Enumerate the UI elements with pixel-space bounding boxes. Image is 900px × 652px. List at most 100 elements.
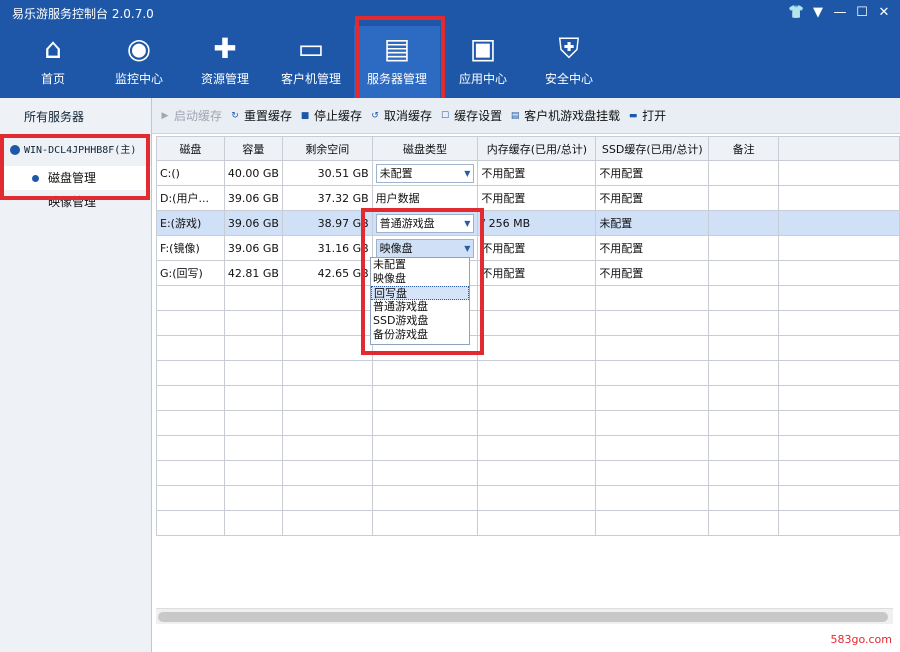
table-cell: 不用配置 xyxy=(477,260,597,286)
toolbar-button-0[interactable]: ▶ 启动缓存 xyxy=(160,107,222,124)
window-controls: 👕 ▼ — ☐ ✕ xyxy=(788,5,892,21)
mount-icon: ▤ xyxy=(510,110,520,121)
table-cell xyxy=(281,385,373,411)
table-cell xyxy=(371,360,479,386)
table-cell xyxy=(708,385,779,411)
table-cell xyxy=(595,360,710,386)
table-cell xyxy=(223,285,283,311)
toolbar-button-3[interactable]: ↺ 取消缓存 xyxy=(370,107,432,124)
table-cell xyxy=(477,410,597,436)
table-cell xyxy=(223,360,283,386)
table-header-row: 磁盘 容量 剩余空间 磁盘类型 内存缓存(已用/总计) SSD缓存(已用/总计) 备注 xyxy=(156,136,900,161)
table-cell xyxy=(281,435,373,461)
table-cell xyxy=(595,310,710,336)
table-row[interactable] xyxy=(156,460,900,486)
column-header[interactable]: 容量 xyxy=(223,136,283,161)
nav-item-1[interactable]: ◉ 监控中心 xyxy=(96,26,182,98)
toolbar-button-5[interactable]: ▤ 客户机游戏盘挂载 xyxy=(510,107,620,124)
table-cell xyxy=(281,285,373,311)
table-row[interactable] xyxy=(156,310,900,336)
table-row[interactable] xyxy=(156,510,900,536)
toolbar-button-4[interactable]: ☐ 缓存设置 xyxy=(440,107,502,124)
table-cell: E:(游戏) xyxy=(156,210,225,236)
table-row[interactable] xyxy=(156,360,900,386)
table-cell xyxy=(371,485,479,511)
table-cell xyxy=(156,335,225,361)
column-header[interactable]: SSD缓存(已用/总计) xyxy=(595,136,710,161)
table-row[interactable]: C:() 40.00 GB 30.51 GB 未配置 ▼ 不用配置 不用配置 xyxy=(156,160,900,186)
table-cell xyxy=(777,260,900,286)
close-icon[interactable]: ✕ xyxy=(876,5,892,21)
shield-icon: ⛨ xyxy=(558,32,580,65)
table-cell xyxy=(477,510,597,536)
table-cell: 42.65 GB xyxy=(281,260,373,286)
table-cell xyxy=(777,510,900,536)
table-row[interactable]: D:(用户... 39.06 GB 37.32 GB 用户数据 不用配置 不用配置 xyxy=(156,185,900,211)
maximize-icon[interactable]: ☐ xyxy=(854,5,870,21)
nav-item-4[interactable]: ▤ 服务器管理 xyxy=(354,26,440,98)
app-title: 易乐游服务控制台 2.0.7.0 xyxy=(12,7,154,21)
column-header[interactable]: 磁盘类型 xyxy=(371,136,479,161)
table-cell xyxy=(595,410,710,436)
table-cell: D:(用户... xyxy=(156,185,225,211)
table-cell xyxy=(281,510,373,536)
dropdown-icon[interactable]: ▼ xyxy=(810,5,826,21)
table-row[interactable]: E:(游戏) 39.06 GB 38.97 GB 普通游戏盘 ▼/ 256 MB 未配置 xyxy=(156,210,900,236)
nav-item-3[interactable]: ▭ 客户机管理 xyxy=(268,26,354,98)
column-header[interactable]: 磁盘 xyxy=(156,136,225,161)
table-row[interactable] xyxy=(156,485,900,511)
table-row[interactable] xyxy=(156,385,900,411)
top-nav: ⌂ 首页 ◉ 监控中心 ✚ 资源管理 ▭ 客户机管理 ▤ 服务器管理 ▣ 应用中心 ⛨ 安全中心 xyxy=(0,26,900,98)
table-cell xyxy=(777,410,900,436)
nav-item-2[interactable]: ✚ 资源管理 xyxy=(182,26,268,98)
table-cell xyxy=(777,360,900,386)
table-cell xyxy=(281,460,373,486)
table-row[interactable] xyxy=(156,410,900,436)
table-cell xyxy=(371,510,479,536)
table-row[interactable] xyxy=(156,435,900,461)
disk-type-combo[interactable]: 未配置 ▼ xyxy=(375,163,475,183)
table-row[interactable]: G:(回写) 42.81 GB 42.65 GB 不用配置 不用配置 xyxy=(156,260,900,286)
table-cell xyxy=(477,360,597,386)
table-cell xyxy=(708,310,779,336)
table-cell xyxy=(595,285,710,311)
shirt-icon[interactable]: 👕 xyxy=(788,5,804,21)
nav-item-6[interactable]: ⛨ 安全中心 xyxy=(526,26,612,98)
table-row[interactable]: F:(镜像) 39.06 GB 31.16 GB 映像盘 ▼ 不用配置 不用配置 xyxy=(156,235,900,261)
table-cell: 不用配置 xyxy=(595,235,710,261)
scrollbar-thumb[interactable] xyxy=(158,612,888,622)
horizontal-scrollbar[interactable] xyxy=(156,608,893,624)
table-cell xyxy=(156,460,225,486)
table-cell xyxy=(371,460,479,486)
sidebar-header[interactable]: 所有服务器 xyxy=(0,98,151,136)
table-cell xyxy=(708,185,779,211)
nav-item-0[interactable]: ⌂ 首页 xyxy=(10,26,96,98)
toolbar-button-2[interactable]: ■ 停止缓存 xyxy=(300,107,362,124)
nav-item-5[interactable]: ▣ 应用中心 xyxy=(440,26,526,98)
table-cell xyxy=(371,410,479,436)
table-cell: 39.06 GB xyxy=(223,210,283,236)
watermark: 583go.com xyxy=(830,633,892,646)
table-row[interactable] xyxy=(156,335,900,361)
play-icon: ▶ xyxy=(161,110,169,121)
monitor-icon: ▭ xyxy=(297,32,325,65)
table-cell xyxy=(777,385,900,411)
table-cell xyxy=(371,385,479,411)
table-cell xyxy=(708,435,779,461)
column-header[interactable] xyxy=(777,136,900,161)
minimize-icon[interactable]: — xyxy=(832,5,848,21)
table-cell xyxy=(708,460,779,486)
table-row[interactable] xyxy=(156,285,900,311)
column-header[interactable]: 剩余空间 xyxy=(281,136,373,161)
toolbar-button-1[interactable]: ↻ 重置缓存 xyxy=(230,107,292,124)
toolbar-button-6[interactable]: ▬ 打开 xyxy=(628,107,666,124)
nav-label: 服务器管理 xyxy=(366,72,427,86)
column-header[interactable]: 备注 xyxy=(708,136,779,161)
table-cell: 不用配置 xyxy=(477,160,597,186)
table-cell xyxy=(777,460,900,486)
highlight-box-dropdown xyxy=(361,208,484,355)
table-cell xyxy=(477,460,597,486)
table-cell xyxy=(595,460,710,486)
column-header[interactable]: 内存缓存(已用/总计) xyxy=(477,136,597,161)
table-cell xyxy=(777,235,900,261)
